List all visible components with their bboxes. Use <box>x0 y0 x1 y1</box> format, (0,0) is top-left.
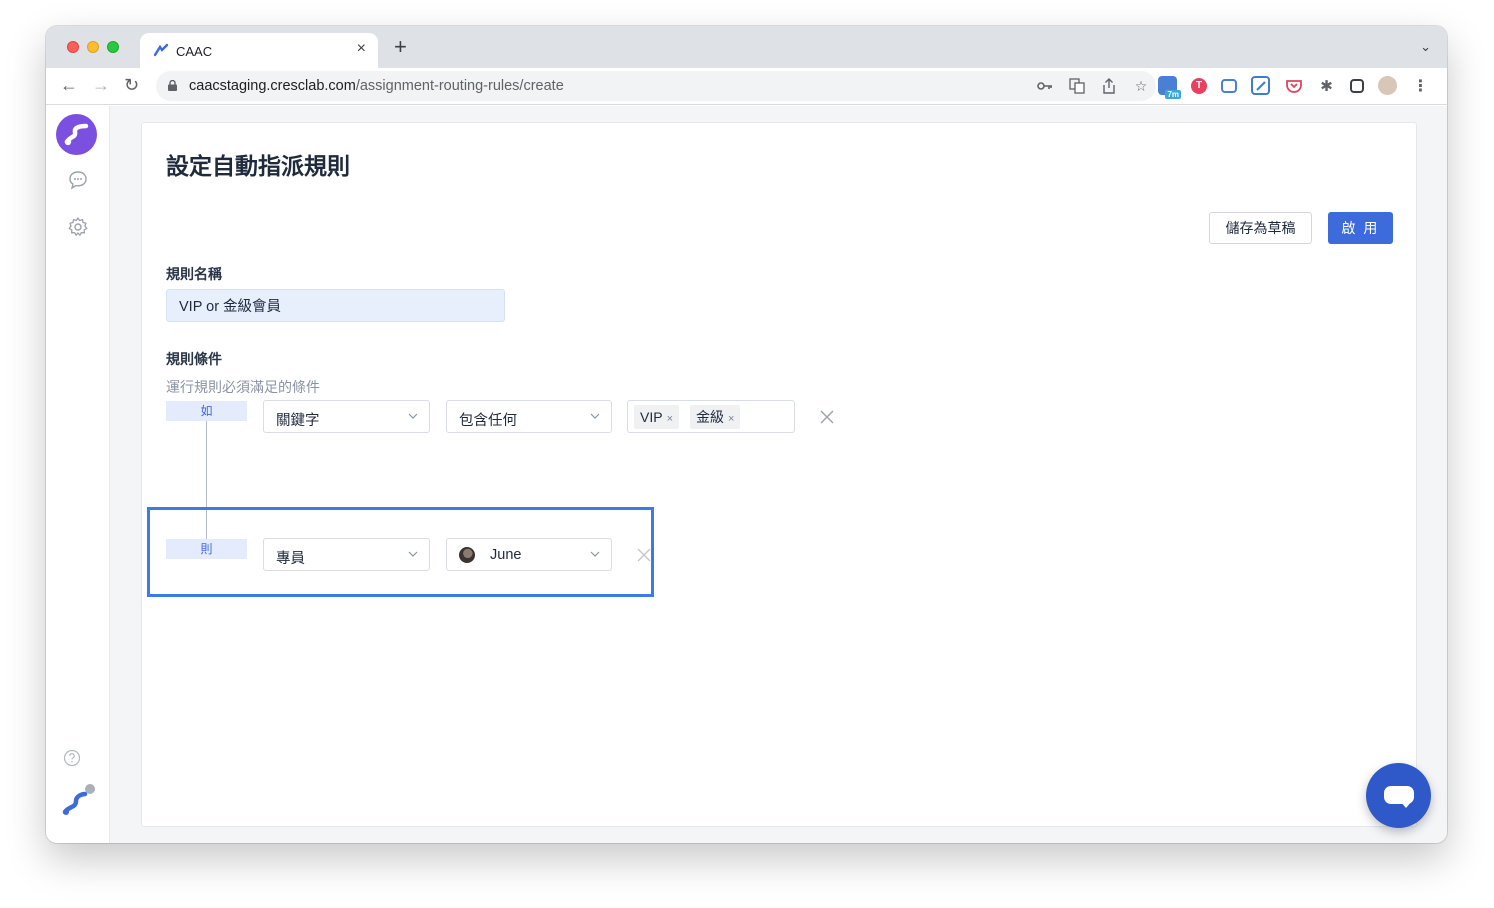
condition-operator-value: 包含任何 <box>459 413 517 429</box>
sidebar <box>46 106 110 843</box>
side-panel-icon[interactable] <box>1350 78 1364 93</box>
back-arrow-icon[interactable]: ← <box>60 75 78 95</box>
extensions-bar: 7m T ✱ ⋮ <box>1158 76 1430 99</box>
snip-extension-icon[interactable] <box>1251 76 1270 95</box>
reload-icon[interactable]: ↻ <box>124 75 139 95</box>
brand-mark-icon[interactable] <box>61 782 97 818</box>
share-icon[interactable] <box>1100 77 1118 95</box>
pocket-icon[interactable] <box>1284 76 1303 95</box>
browser-toolbar: ← → ↻ caacstaging.cresclab.com/assignmen… <box>46 68 1447 105</box>
rule-name-input[interactable] <box>166 289 505 322</box>
calendar-extension-icon[interactable]: 7m <box>1158 76 1181 99</box>
chevron-down-icon <box>590 413 600 419</box>
red-extension-icon[interactable]: T <box>1191 77 1207 94</box>
keyword-chip-label: 金級 <box>696 409 724 425</box>
rule-editor-card: 設定自動指派規則 儲存為草稿 啟 用 規則名稱 規則條件 運行規則必須滿足的條件… <box>141 122 1417 827</box>
keyword-chip: 金級 × <box>690 405 741 429</box>
url-host: caacstaging.cresclab.com <box>189 78 356 94</box>
maximize-window-button[interactable] <box>107 41 119 53</box>
cresclab-favicon-icon <box>153 43 169 57</box>
chat-support-button[interactable] <box>1366 763 1431 828</box>
screen-extension-icon[interactable] <box>1221 78 1237 93</box>
condition-field-value: 關鍵字 <box>276 413 320 429</box>
minimize-window-button[interactable] <box>87 41 99 53</box>
puzzle-extensions-icon[interactable]: ✱ <box>1317 76 1336 95</box>
chat-bubble-tail <box>1400 801 1412 808</box>
chat-icon[interactable] <box>67 169 89 191</box>
rule-conditions-label: 規則條件 <box>166 351 222 367</box>
remove-chip-icon[interactable]: × <box>728 413 734 425</box>
translate-icon[interactable] <box>1068 77 1086 95</box>
browser-tab[interactable]: CAAC × <box>140 33 378 68</box>
save-draft-button[interactable]: 儲存為草稿 <box>1209 212 1312 244</box>
app-area: 設定自動指派規則 儲存為草稿 啟 用 規則名稱 規則條件 運行規則必須滿足的條件… <box>46 106 1447 843</box>
condition-operator-select[interactable]: 包含任何 <box>446 400 612 433</box>
browser-menu-icon[interactable]: ⋮ <box>1411 76 1430 95</box>
key-icon[interactable] <box>1036 77 1054 95</box>
close-window-button[interactable] <box>67 41 79 53</box>
browser-window: CAAC × + ⌄ ← → ↻ caacstaging.cresclab.co… <box>46 26 1447 843</box>
forward-arrow-icon[interactable]: → <box>92 75 110 95</box>
enable-button[interactable]: 啟 用 <box>1328 212 1393 244</box>
omnibox-actions: ☆ <box>1036 77 1150 95</box>
address-bar[interactable]: caacstaging.cresclab.com/assignment-rout… <box>156 71 1156 101</box>
if-tag: 如 <box>166 401 247 421</box>
highlight-box <box>147 507 654 597</box>
remove-chip-icon[interactable]: × <box>667 413 673 425</box>
condition-field-select[interactable]: 關鍵字 <box>263 400 430 433</box>
tab-strip: CAAC × + ⌄ <box>46 26 1447 68</box>
lock-icon <box>168 80 177 91</box>
keyword-chip: VIP × <box>634 405 680 429</box>
keywords-tag-input[interactable]: VIP × 金級 × <box>627 400 795 433</box>
page-title: 設定自動指派規則 <box>166 153 350 179</box>
rule-name-label: 規則名稱 <box>166 266 222 282</box>
close-tab-icon[interactable]: × <box>357 40 366 58</box>
rule-conditions-hint: 運行規則必須滿足的條件 <box>166 379 320 395</box>
profile-avatar[interactable] <box>1378 76 1397 95</box>
url-text: caacstaging.cresclab.com/assignment-rout… <box>189 78 564 94</box>
chevron-down-icon <box>408 413 418 419</box>
app-logo[interactable] <box>56 114 97 155</box>
extension-badge: 7m <box>1165 90 1181 99</box>
settings-gear-icon[interactable] <box>67 216 89 238</box>
new-tab-button[interactable]: + <box>394 36 407 58</box>
bookmark-star-icon[interactable]: ☆ <box>1132 77 1150 95</box>
tab-title: CAAC <box>176 44 213 59</box>
tab-search-chevron-icon[interactable]: ⌄ <box>1420 39 1431 55</box>
url-path: /assignment-routing-rules/create <box>355 78 564 94</box>
remove-condition-icon[interactable] <box>820 410 834 424</box>
help-icon[interactable] <box>63 749 81 767</box>
keyword-chip-label: VIP <box>640 409 663 425</box>
